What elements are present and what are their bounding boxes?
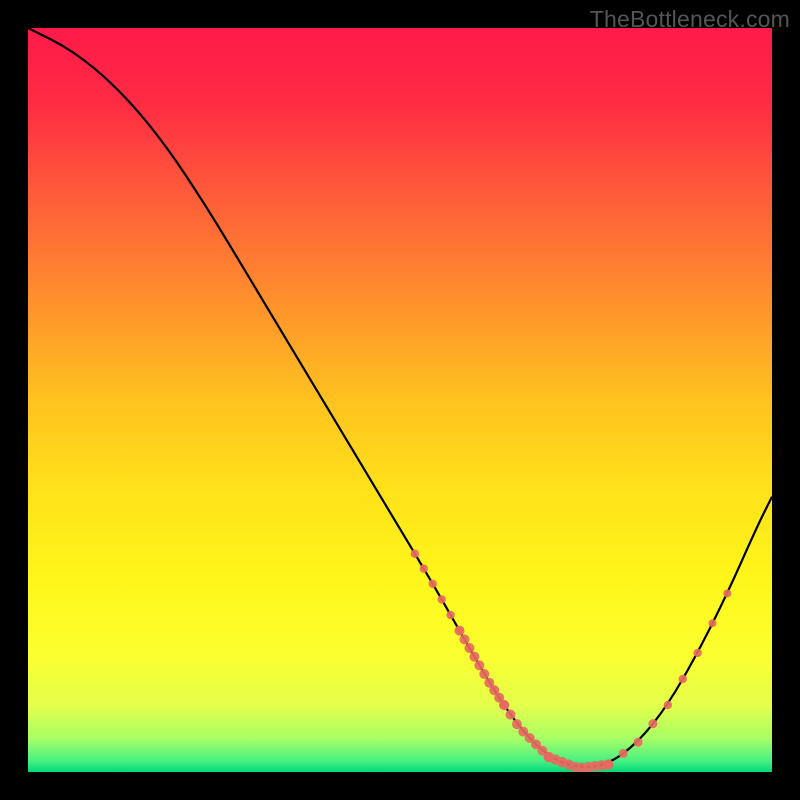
data-point xyxy=(693,649,701,657)
data-point xyxy=(506,710,516,720)
data-point xyxy=(464,643,474,653)
data-point xyxy=(708,619,716,627)
data-point xyxy=(437,595,445,603)
chart-plot-area xyxy=(28,28,772,772)
data-point xyxy=(604,760,613,769)
data-point xyxy=(499,700,509,710)
data-point xyxy=(455,626,465,636)
data-point xyxy=(474,660,484,670)
data-point xyxy=(619,749,628,758)
data-point xyxy=(459,634,469,644)
data-point xyxy=(446,611,454,619)
chart-frame: TheBottleneck.com xyxy=(0,0,800,800)
data-point xyxy=(479,669,489,679)
data-point xyxy=(664,701,672,709)
data-point xyxy=(469,652,479,662)
data-point xyxy=(648,719,657,728)
data-point xyxy=(634,738,643,747)
data-point xyxy=(411,550,419,558)
data-point xyxy=(429,580,437,588)
data-point xyxy=(420,564,428,572)
chart-svg xyxy=(28,28,772,772)
watermark-text: TheBottleneck.com xyxy=(590,6,790,33)
data-point xyxy=(679,675,687,683)
chart-background xyxy=(28,28,772,772)
data-point xyxy=(723,589,731,597)
